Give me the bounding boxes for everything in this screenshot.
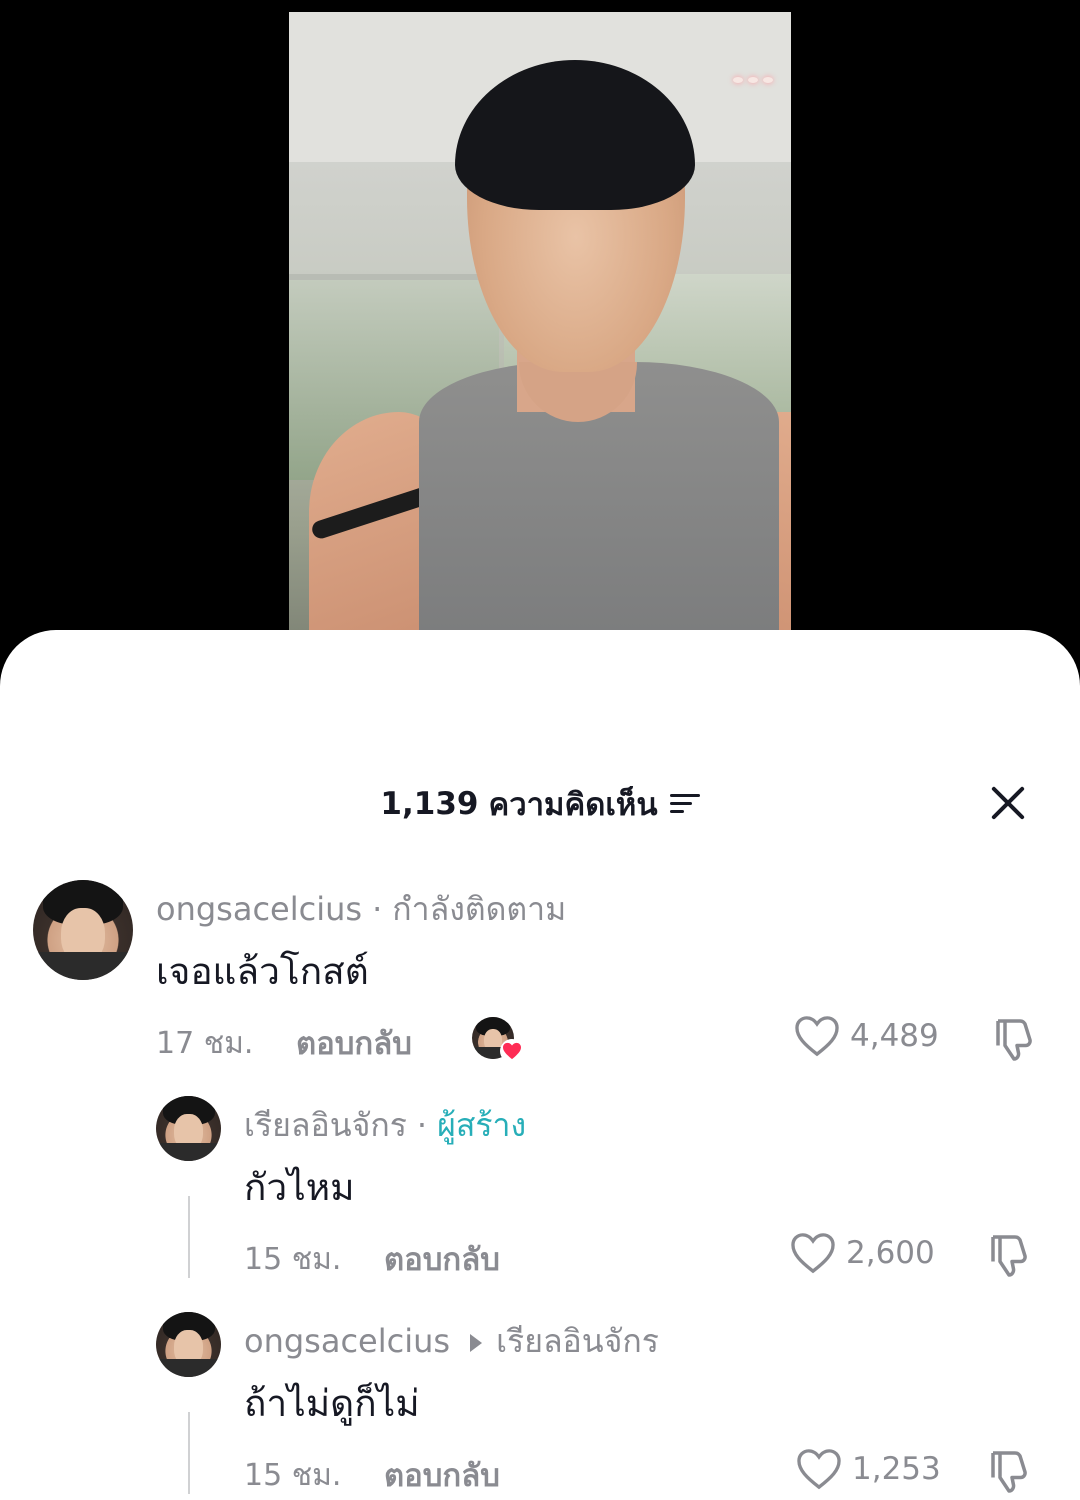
thread-line	[188, 1196, 190, 1278]
like-button[interactable]: 1,253	[796, 1448, 941, 1490]
avatar[interactable]	[33, 880, 133, 980]
comment-time: 15 ชม.	[244, 1242, 342, 1277]
reply-button[interactable]: ตอบกลับ	[296, 1018, 412, 1068]
comments-label: ความคิดเห็น	[488, 787, 658, 823]
like-button[interactable]: 4,489	[794, 1015, 939, 1057]
comment-username[interactable]: เรียลอินจักร · ผู้สร้าง	[244, 1100, 526, 1151]
close-icon[interactable]	[988, 783, 1028, 823]
thread-line	[188, 1412, 190, 1494]
like-count: 1,253	[852, 1451, 941, 1487]
comment-text: กัวไหม	[244, 1166, 355, 1209]
like-count: 4,489	[850, 1018, 939, 1054]
creator-heart-icon	[472, 1017, 524, 1063]
comment-username[interactable]: ongsacelcius · กำลังติดตาม	[156, 884, 566, 935]
video-lights	[733, 68, 783, 83]
comment-count: 1,139	[380, 786, 479, 822]
following-status: กำลังติดตาม	[392, 890, 567, 928]
comment-text: เจอแล้วโกสต์	[156, 950, 369, 993]
heart-outline-icon	[797, 1449, 841, 1490]
thumbs-down-icon[interactable]	[985, 1448, 1031, 1494]
video-player[interactable]	[289, 12, 791, 652]
comment-time: 15 ชม.	[244, 1458, 342, 1493]
reply-button[interactable]: ตอบกลับ	[384, 1234, 500, 1284]
avatar[interactable]	[156, 1312, 221, 1377]
comment-text: ถ้าไม่ดูก็ไม่	[244, 1382, 420, 1425]
comment-username[interactable]: ongsacelcius เรียลอินจักร	[244, 1316, 659, 1367]
sort-filter-icon[interactable]	[669, 792, 700, 816]
heart-outline-icon	[791, 1233, 835, 1274]
comment-time: 17 ชม.	[156, 1026, 254, 1061]
heart-outline-icon	[795, 1016, 839, 1057]
reply-arrow-icon	[470, 1334, 483, 1352]
like-count: 2,600	[846, 1235, 935, 1271]
thumbs-down-icon[interactable]	[990, 1016, 1036, 1062]
avatar[interactable]	[156, 1096, 221, 1161]
thumbs-down-icon[interactable]	[985, 1232, 1031, 1278]
creator-badge: ผู้สร้าง	[437, 1106, 527, 1144]
reply-to-username[interactable]: เรียลอินจักร	[496, 1322, 659, 1360]
like-button[interactable]: 2,600	[790, 1232, 935, 1274]
reply-button[interactable]: ตอบกลับ	[384, 1450, 500, 1500]
comments-header[interactable]: 1,139 ความคิดเห็น	[0, 782, 1080, 826]
